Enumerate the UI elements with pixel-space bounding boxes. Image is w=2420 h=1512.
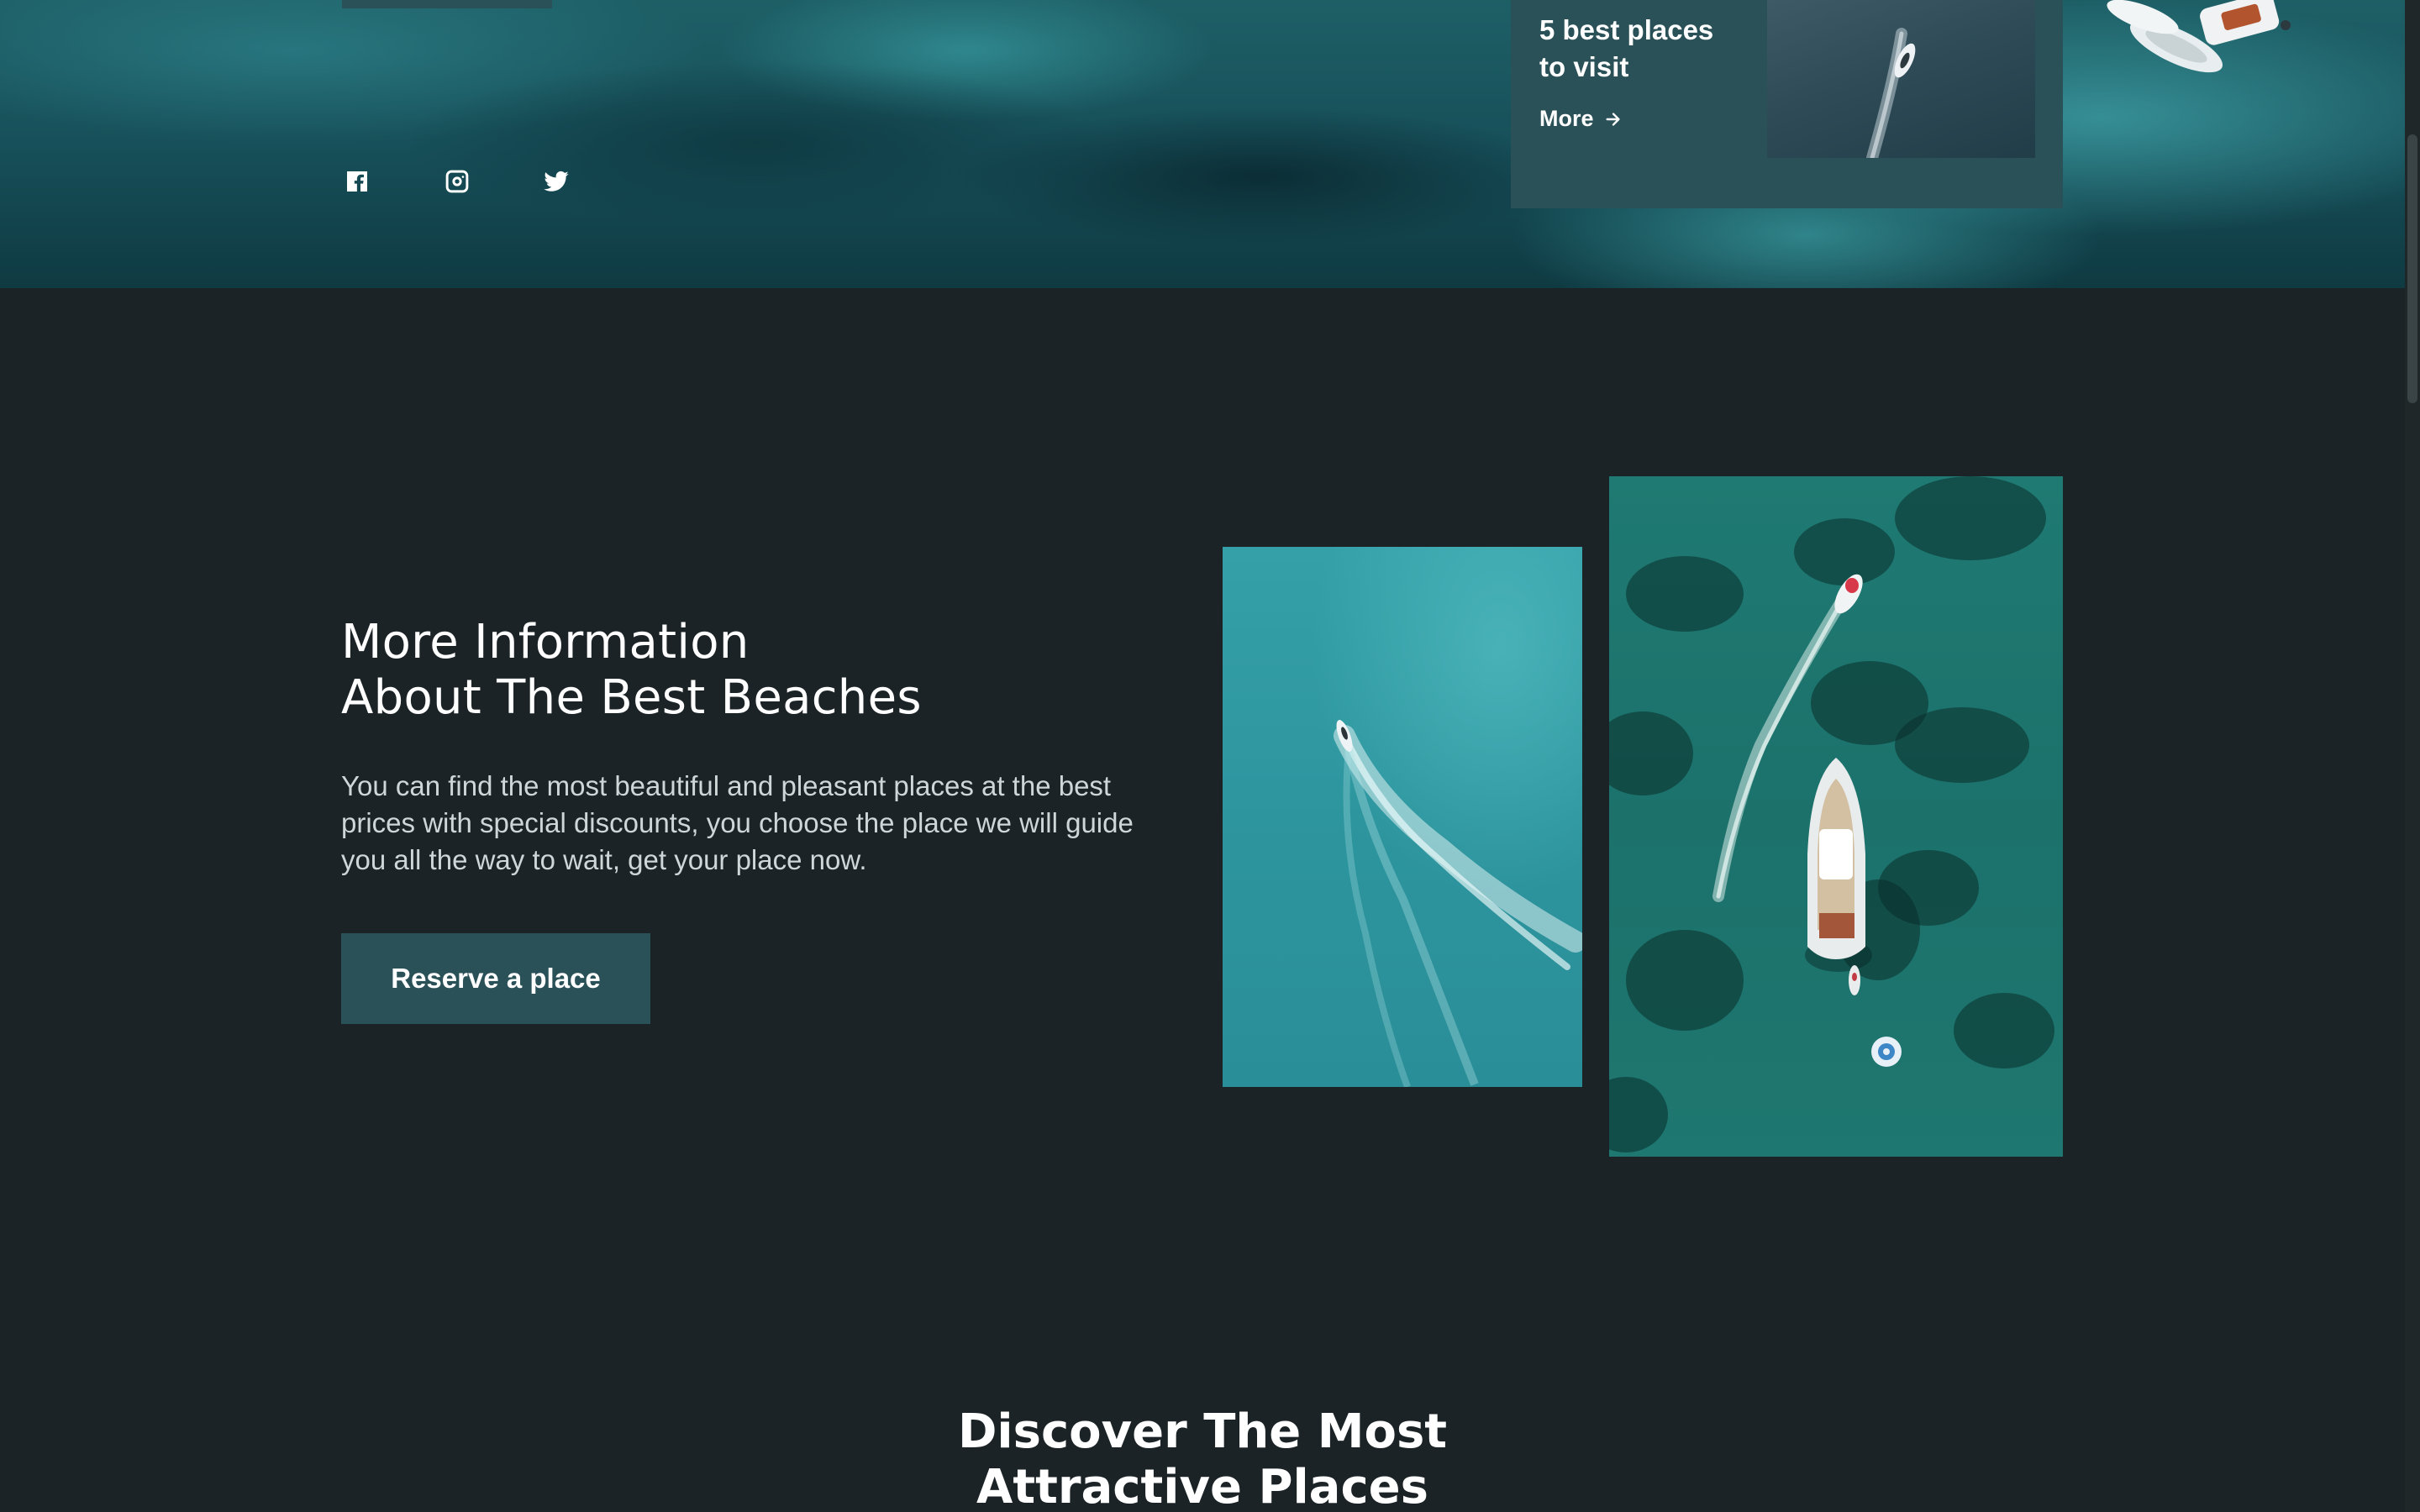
info-heading-line1: More Information [341, 615, 750, 669]
discover-heading-line2: Attractive Places [976, 1460, 1428, 1512]
discover-heading: Discover The Most Attractive Places [0, 1404, 2405, 1512]
card-more-link[interactable]: More [1539, 106, 1623, 132]
hero-banner: 5 best places to visit More [0, 0, 2405, 288]
hero-boats-image [2107, 0, 2291, 73]
twitter-icon [544, 171, 569, 192]
instagram-icon [445, 170, 469, 193]
featured-article-card[interactable]: 5 best places to visit More [1511, 0, 2063, 208]
scrollbar-thumb[interactable] [2407, 134, 2417, 403]
discover-heading-line1: Discover The Most [957, 1404, 1448, 1459]
card-title: 5 best places to visit [1539, 14, 1714, 82]
info-heading: More Information About The Best Beaches [341, 615, 922, 726]
info-heading-line2: About The Best Beaches [341, 670, 922, 725]
instagram-link[interactable] [442, 166, 472, 197]
arrow-right-icon [1605, 112, 1620, 126]
facebook-link[interactable] [342, 166, 372, 197]
beach-photo-yacht [1609, 476, 2063, 1157]
beach-photo-boat-wake [1223, 547, 1582, 1087]
reserve-place-button[interactable]: Reserve a place [341, 933, 650, 1024]
info-description: You can find the most beautiful and plea… [341, 770, 1134, 875]
hero-bar [342, 0, 552, 8]
facebook-icon [347, 171, 367, 192]
vertical-scrollbar[interactable] [2405, 0, 2420, 1512]
card-more-label: More [1539, 106, 1594, 131]
card-image [1767, 0, 2035, 158]
page: 5 best places to visit More More Informa… [0, 0, 2420, 1512]
twitter-link[interactable] [541, 166, 571, 197]
